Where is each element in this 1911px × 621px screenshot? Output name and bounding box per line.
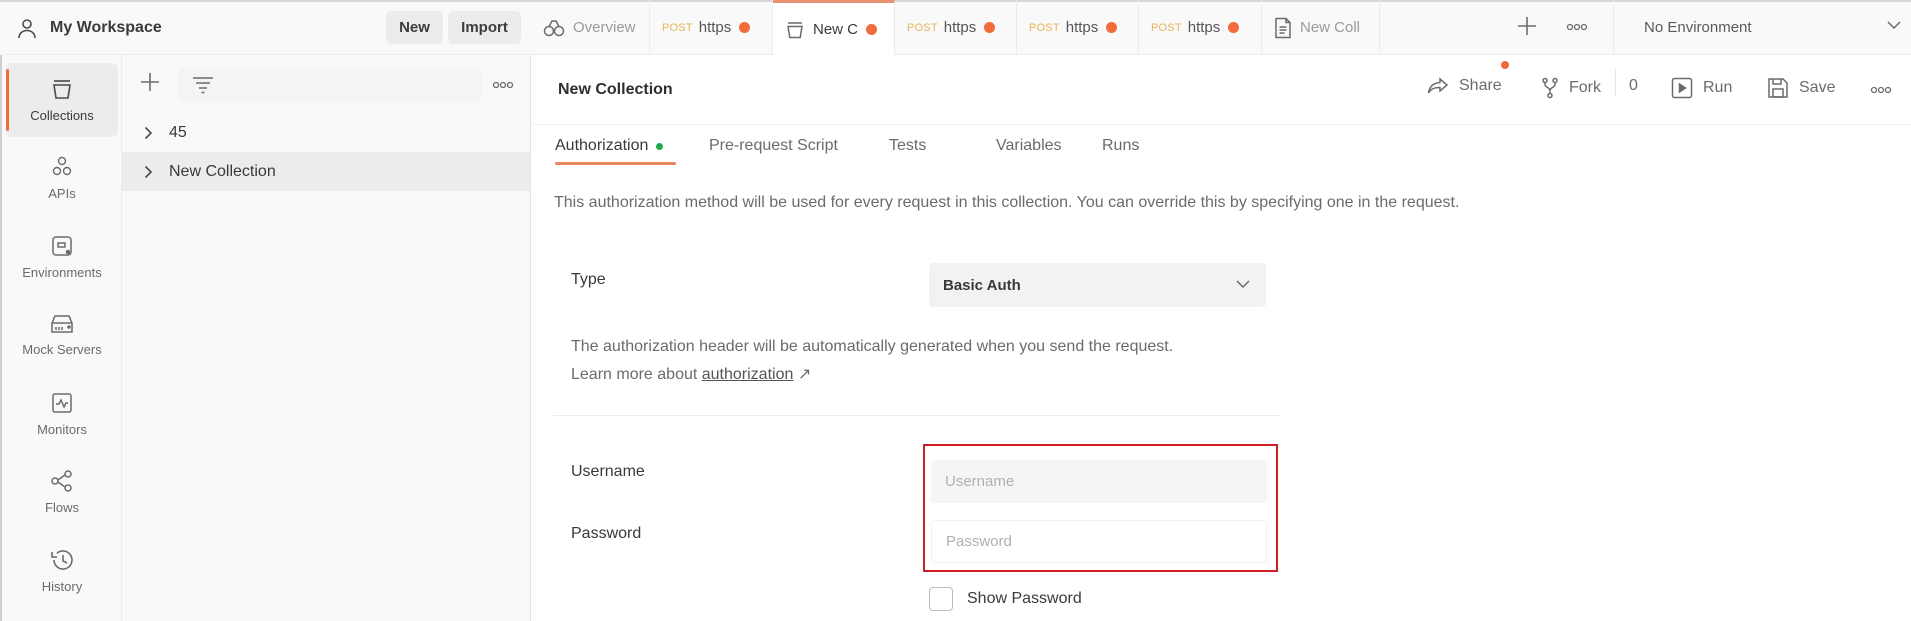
collection-item[interactable]: New Collection — [122, 152, 530, 191]
active-indicator-dot — [656, 142, 664, 150]
active-tab-underline — [555, 162, 676, 165]
tab-pre-request-script[interactable]: Pre-request Script — [709, 137, 838, 155]
auth-description: This authorization method will be used f… — [554, 194, 1460, 211]
save-icon — [1767, 77, 1789, 99]
collections-icon — [51, 78, 73, 100]
mock-servers-icon — [50, 314, 74, 334]
username-label: Username — [571, 463, 645, 480]
sidebar-item-monitors[interactable]: Monitors — [6, 377, 118, 451]
chevron-right-icon[interactable] — [144, 126, 153, 140]
type-label: Type — [571, 271, 606, 288]
auth-type-select[interactable]: Basic Auth — [929, 263, 1266, 307]
tab-variables[interactable]: Variables — [996, 137, 1062, 155]
save-button[interactable]: Save — [1767, 77, 1835, 99]
collections-panel: 45 New Collection — [122, 55, 531, 621]
method-badge: POST — [1151, 21, 1182, 34]
method-badge: POST — [907, 21, 938, 34]
tab-tests[interactable]: Tests — [889, 137, 926, 155]
tab-collection-active[interactable]: New C — [773, 0, 895, 56]
main-panel: New Collection Share Fork 0 Run Save Aut… — [531, 55, 1911, 621]
unsaved-dot — [1228, 22, 1240, 33]
filter-icon[interactable] — [192, 76, 214, 94]
environments-icon — [51, 235, 73, 257]
sidebar-nav: Collections APIs Environments Mock Serve… — [0, 55, 122, 621]
chevron-down-icon — [1887, 20, 1901, 30]
sidebar-item-environments[interactable]: Environments — [6, 220, 118, 294]
add-collection-plus-icon[interactable] — [140, 72, 160, 92]
collection-icon — [785, 20, 805, 40]
sidebar-item-mock-servers[interactable]: Mock Servers — [6, 298, 118, 372]
tab-options-more-icon[interactable] — [1566, 22, 1588, 32]
tab-request[interactable]: POST https — [1017, 0, 1139, 55]
apis-icon — [51, 156, 73, 178]
history-icon — [50, 549, 74, 571]
chevron-down-icon — [1236, 279, 1250, 289]
tab-request[interactable]: POST https — [895, 0, 1017, 55]
tab-bar: Overview POST https New C POST https POS… — [531, 0, 1613, 56]
show-password-checkbox[interactable] — [929, 587, 953, 611]
collection-header: New Collection Share Fork 0 Run Save — [531, 55, 1911, 125]
document-icon — [1274, 17, 1292, 39]
tab-overview[interactable]: Overview — [531, 0, 650, 55]
username-input[interactable]: Username — [931, 460, 1267, 503]
chevron-right-icon[interactable] — [144, 165, 153, 179]
tab-request[interactable]: POST https — [1139, 0, 1262, 55]
tab-runs[interactable]: Runs — [1102, 137, 1139, 155]
collection-title[interactable]: New Collection — [558, 81, 673, 99]
method-badge: POST — [1029, 21, 1060, 34]
section-divider — [553, 415, 1281, 416]
monitors-icon — [51, 392, 73, 414]
unsaved-dot — [984, 22, 996, 33]
share-notification-dot — [1501, 61, 1509, 69]
fork-icon — [1541, 77, 1559, 99]
sidebar-item-flows[interactable]: Flows — [6, 455, 118, 529]
fork-count: 0 — [1629, 77, 1638, 94]
auth-help-text: The authorization header will be automat… — [571, 338, 1174, 383]
collections-more-icon[interactable] — [492, 80, 514, 90]
workspace-name[interactable]: My Workspace — [50, 19, 162, 37]
sidebar-item-history[interactable]: History — [6, 534, 118, 608]
show-password-toggle[interactable]: Show Password — [929, 587, 1082, 611]
password-input[interactable]: Password — [931, 520, 1267, 563]
run-icon — [1671, 77, 1693, 99]
user-icon — [16, 17, 38, 39]
authorization-learn-more-link[interactable]: authorization — [702, 366, 794, 383]
divider — [1615, 69, 1616, 97]
unsaved-dot — [866, 24, 878, 35]
overview-icon — [543, 19, 565, 37]
collection-item[interactable]: 45 — [122, 113, 530, 152]
environment-selector[interactable]: No Environment — [1613, 0, 1911, 55]
share-icon — [1427, 77, 1449, 95]
more-actions-icon[interactable] — [1870, 85, 1892, 95]
password-label: Password — [571, 525, 642, 542]
fork-button[interactable]: Fork — [1541, 77, 1601, 99]
method-badge: POST — [662, 21, 693, 34]
tab-authorization[interactable]: Authorization — [555, 137, 664, 155]
unsaved-dot — [739, 22, 751, 33]
tab-document[interactable]: New Coll — [1262, 0, 1380, 55]
tab-request[interactable]: POST https — [650, 0, 773, 55]
flows-icon — [50, 469, 74, 492]
collections-search-input[interactable] — [178, 69, 482, 101]
run-button[interactable]: Run — [1671, 77, 1732, 99]
unsaved-dot — [1106, 22, 1118, 33]
share-button[interactable]: Share — [1427, 77, 1502, 95]
sidebar-item-collections[interactable]: Collections — [6, 63, 118, 137]
sidebar-item-apis[interactable]: APIs — [6, 141, 118, 215]
import-button[interactable]: Import — [448, 11, 521, 44]
new-tab-plus-icon[interactable] — [1516, 15, 1538, 37]
new-button[interactable]: New — [386, 11, 443, 44]
external-link-arrow-icon: ↗ — [797, 366, 812, 383]
